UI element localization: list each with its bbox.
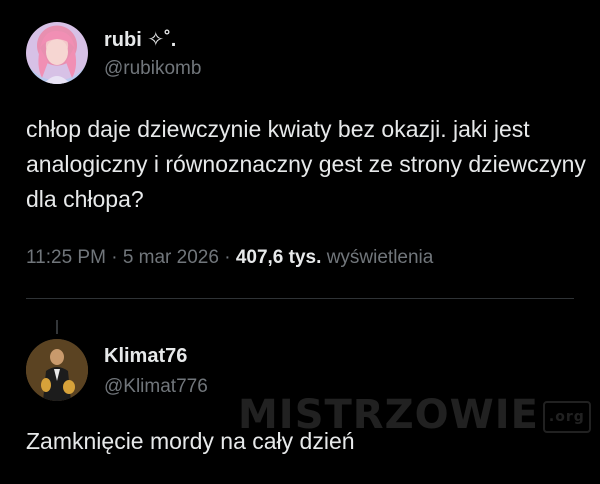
- avatar-image: [26, 339, 88, 401]
- views-count: 407,6 tys.: [235, 247, 322, 268]
- avatar[interactable]: [26, 339, 88, 401]
- avatar-image: [38, 30, 77, 84]
- author-name[interactable]: Klimat76: [104, 345, 187, 368]
- tweet-meta: 11:25 PM · 5 mar 2026 · 407,6 tys. wyświ…: [26, 247, 433, 269]
- thread-line: [56, 320, 58, 334]
- avatar[interactable]: [26, 22, 88, 84]
- meta-separator: ·: [224, 247, 231, 268]
- author-handle[interactable]: @rubikomb: [104, 58, 201, 80]
- tweet-date[interactable]: 5 mar 2026: [123, 247, 219, 268]
- views-label: wyświetlenia: [326, 247, 434, 268]
- author-name[interactable]: rubi ✧˚.: [104, 27, 176, 52]
- watermark-badge: .org: [542, 401, 591, 433]
- meta-separator: ·: [111, 247, 118, 268]
- author-handle[interactable]: @Klimat776: [104, 376, 208, 398]
- watermark: MISTRZOWIE .org: [238, 392, 591, 438]
- watermark-text: MISTRZOWIE: [238, 392, 539, 438]
- tweet-time[interactable]: 11:25 PM: [26, 247, 106, 268]
- divider: [26, 298, 574, 299]
- tweet-text: chłop daje dziewczynie kwiaty bez okazji…: [26, 116, 586, 212]
